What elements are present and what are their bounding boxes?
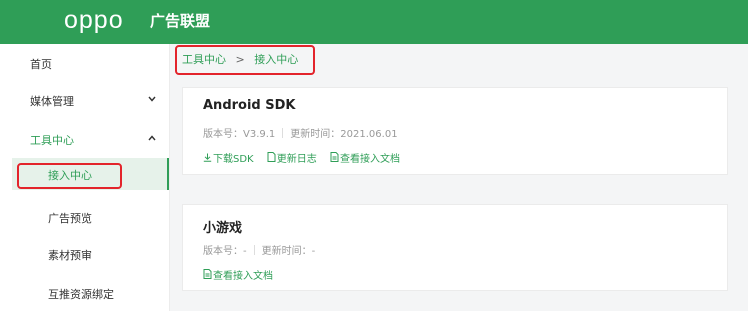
meta-divider bbox=[282, 128, 284, 138]
document-icon bbox=[330, 152, 339, 165]
sidebar-item-material-review[interactable]: 素材预审 bbox=[0, 243, 169, 265]
download-sdk-link[interactable]: 下载SDK bbox=[203, 153, 254, 165]
download-icon bbox=[203, 153, 212, 165]
view-docs-link[interactable]: 查看接入文档 bbox=[330, 152, 400, 165]
mini-game-card: 小游戏 版本号：- 更新时间：- 查看接入文档 bbox=[182, 204, 728, 291]
sidebar-item-resource-binding[interactable]: 互推资源绑定 bbox=[0, 282, 169, 304]
card-title: Android SDK bbox=[203, 98, 296, 113]
oppo-logo: oppo bbox=[64, 6, 124, 34]
card-links: 查看接入文档 bbox=[203, 267, 283, 282]
version-value: - bbox=[243, 246, 247, 257]
document-icon bbox=[203, 269, 212, 282]
card-links: 下载SDK 更新日志 查看接入文档 bbox=[203, 150, 410, 165]
sidebar-item-label: 素材预审 bbox=[48, 249, 92, 262]
sidebar-item-label: 首页 bbox=[30, 58, 52, 71]
chevron-down-icon bbox=[148, 94, 156, 105]
brand-title: 广告联盟 bbox=[150, 12, 211, 30]
view-docs-link[interactable]: 查看接入文档 bbox=[203, 269, 273, 282]
sidebar-item-tool-center[interactable]: 工具中心 bbox=[0, 128, 169, 150]
card-meta: 版本号：V3.9.1 更新时间：2021.06.01 bbox=[203, 125, 398, 140]
sdk-card: Android SDK 版本号：V3.9.1 更新时间：2021.06.01 下载… bbox=[182, 87, 728, 175]
version-label: 版本号： bbox=[203, 246, 243, 257]
sidebar-item-label: 互推资源绑定 bbox=[48, 288, 114, 301]
version-label: 版本号： bbox=[203, 129, 243, 140]
top-bar: oppo 广告联盟 bbox=[0, 0, 748, 44]
updated-label: 更新时间： bbox=[261, 246, 312, 257]
version-value: V3.9.1 bbox=[243, 129, 276, 140]
card-title: 小游戏 bbox=[203, 221, 243, 236]
card-meta: 版本号：- 更新时间：- bbox=[203, 242, 315, 257]
sidebar-item-ad-preview[interactable]: 广告预览 bbox=[0, 206, 169, 228]
link-label: 查看接入文档 bbox=[213, 271, 273, 282]
sidebar-item-media-management[interactable]: 媒体管理 bbox=[0, 89, 169, 111]
link-label: 更新日志 bbox=[276, 154, 317, 165]
meta-divider bbox=[253, 245, 255, 255]
updated-label: 更新时间： bbox=[290, 129, 341, 140]
chevron-up-icon bbox=[148, 133, 156, 144]
changelog-link[interactable]: 更新日志 bbox=[267, 152, 317, 165]
document-icon bbox=[267, 152, 276, 165]
active-indicator bbox=[167, 158, 169, 190]
sidebar-item-home[interactable]: 首页 bbox=[0, 52, 169, 74]
breadcrumb-highlight-box bbox=[175, 45, 315, 75]
updated-value: - bbox=[311, 246, 316, 257]
updated-value: 2021.06.01 bbox=[340, 129, 398, 140]
sidebar-item-label: 工具中心 bbox=[30, 134, 74, 147]
link-label: 下载SDK bbox=[213, 154, 254, 165]
link-label: 查看接入文档 bbox=[339, 154, 400, 165]
sidebar-item-label: 广告预览 bbox=[48, 212, 92, 225]
sidebar-highlight-box bbox=[17, 163, 122, 189]
sidebar-item-label: 媒体管理 bbox=[30, 95, 74, 108]
